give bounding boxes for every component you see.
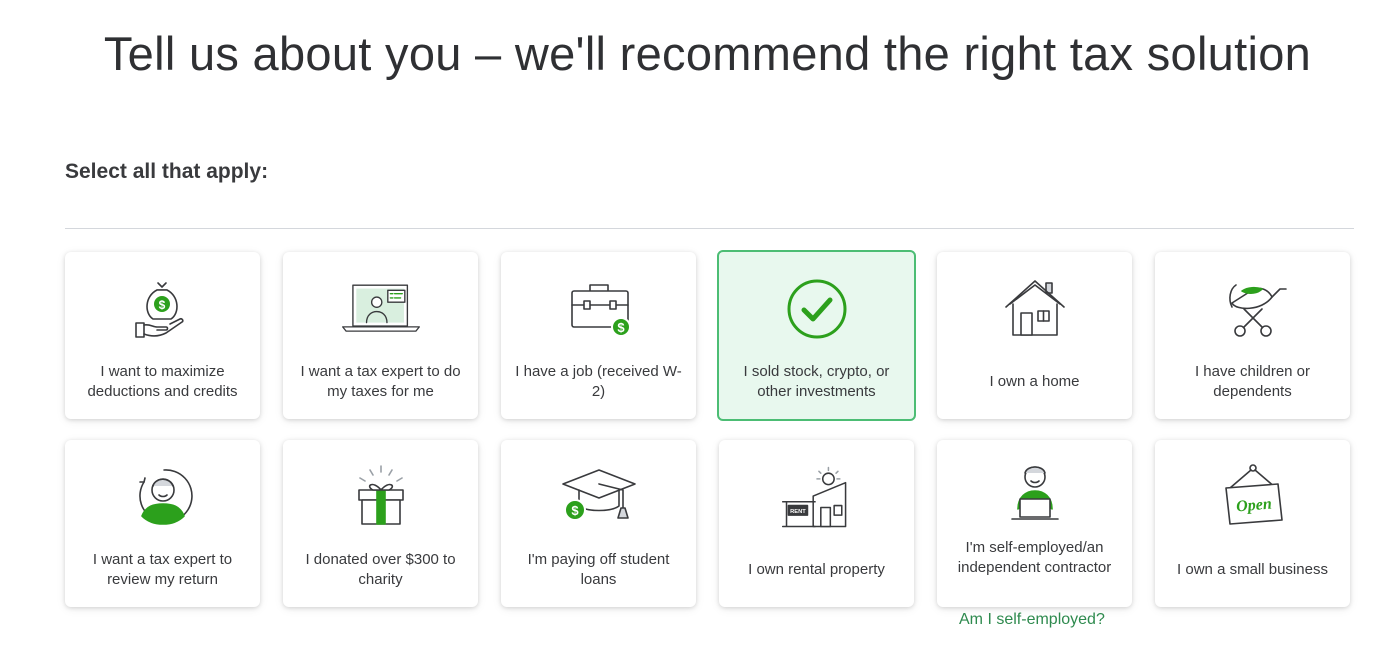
graduation-cap-icon: $	[559, 462, 639, 532]
svg-text:$: $	[158, 298, 165, 312]
stroller-icon	[1213, 274, 1293, 344]
select-all-heading: Select all that apply:	[65, 160, 269, 183]
option-student-loans[interactable]: $ I'm paying off student loans	[501, 440, 696, 607]
option-label: I own a home	[989, 373, 1080, 390]
option-children-dependents[interactable]: I have children or dependents	[1155, 252, 1350, 419]
option-label: I sold stock, crypto, or other investmen…	[743, 363, 890, 400]
svg-text:Open: Open	[1235, 495, 1272, 515]
svg-text:RENT: RENT	[790, 509, 806, 515]
briefcase-dollar-icon: $	[559, 274, 639, 344]
option-label: I donated over $300 to charity	[305, 551, 456, 588]
option-have-job-w2[interactable]: $ I have a job (received W-2)	[501, 252, 696, 419]
option-label: I'm paying off student loans	[527, 551, 670, 588]
option-donated-charity[interactable]: I donated over $300 to charity	[283, 440, 478, 607]
rental-house-icon: RENT	[777, 462, 857, 532]
money-bag-hand-icon: $	[123, 274, 203, 344]
expert-avatar-icon	[123, 462, 203, 532]
option-label: I own a small business	[1177, 561, 1328, 578]
person-laptop-icon	[995, 458, 1075, 528]
option-small-business[interactable]: Open I own a small business	[1155, 440, 1350, 607]
option-grid: $ I want to maximize deductions and cred…	[65, 250, 1350, 607]
option-label: I have children or dependents	[1194, 363, 1311, 400]
option-self-employed[interactable]: I'm self-employed/an independent contrac…	[937, 440, 1132, 607]
am-i-self-employed-link[interactable]: Am I self-employed?	[959, 611, 1105, 629]
option-label: I want a tax expert to review my return	[92, 551, 233, 588]
option-maximize-deductions[interactable]: $ I want to maximize deductions and cred…	[65, 252, 260, 419]
page-title: Tell us about you – we'll recommend the …	[103, 27, 1312, 80]
option-tax-expert-review[interactable]: I want a tax expert to review my return	[65, 440, 260, 607]
svg-text:$: $	[571, 503, 579, 518]
svg-text:$: $	[617, 320, 625, 335]
house-icon	[995, 274, 1075, 344]
option-own-home[interactable]: I own a home	[937, 252, 1132, 419]
divider	[65, 228, 1354, 229]
gift-box-icon	[341, 462, 421, 532]
option-label: I own rental property	[748, 561, 885, 578]
option-label: I want a tax expert to do my taxes for m…	[300, 363, 461, 400]
option-label: I want to maximize deductions and credit…	[87, 363, 238, 400]
option-sold-investments[interactable]: I sold stock, crypto, or other investmen…	[717, 250, 916, 421]
option-label: I have a job (received W-2)	[515, 363, 682, 400]
option-label: I'm self-employed/an independent contrac…	[957, 539, 1112, 576]
open-sign-icon: Open	[1213, 462, 1293, 532]
check-circle-icon	[777, 274, 857, 344]
option-tax-expert-do-taxes[interactable]: I want a tax expert to do my taxes for m…	[283, 252, 478, 419]
option-rental-property[interactable]: RENT I own rental property	[719, 440, 914, 607]
laptop-expert-icon	[341, 274, 421, 344]
